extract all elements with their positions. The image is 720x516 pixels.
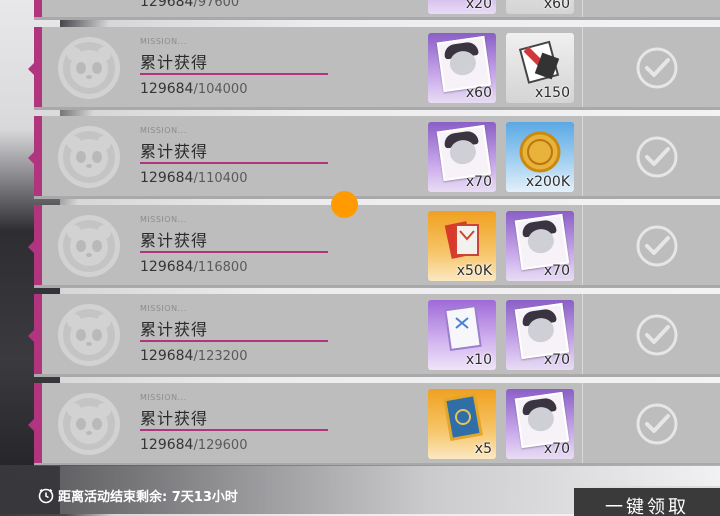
reward-quantity: x70 <box>543 263 570 279</box>
title-underline <box>140 429 328 431</box>
progress-total: /97600 <box>193 0 240 10</box>
reward-quantity: x10 <box>465 352 492 368</box>
reward-item[interactable]: x70 <box>506 211 574 281</box>
mission-progress: 129684/110400 <box>140 170 247 186</box>
event-timer-text: 距离活动结束剩余: 7天13小时 <box>58 490 238 505</box>
event-timer: 距离活动结束剩余: 7天13小时 <box>38 486 238 508</box>
progress-current: 129684 <box>140 0 194 10</box>
claimed-check-icon[interactable] <box>634 312 680 358</box>
row-notch <box>28 239 36 255</box>
mission-row: MISSION... 累计获得 129684/104000 x60 x150 <box>28 27 720 110</box>
reward-quantity: x70 <box>465 174 492 190</box>
progress-total: /116800 <box>193 260 248 275</box>
row-accent-bar <box>34 0 42 17</box>
claimed-check-icon[interactable] <box>634 45 680 91</box>
reward-item[interactable]: x70 <box>506 389 574 459</box>
claim-all-button[interactable]: 一键领取 <box>574 486 720 516</box>
title-underline <box>140 73 328 75</box>
claimed-check-icon[interactable] <box>634 134 680 180</box>
progress-current: 129684 <box>140 259 194 275</box>
panda-badge-icon <box>58 37 120 99</box>
reward-item[interactable]: x50K <box>428 211 496 281</box>
title-underline <box>140 251 328 253</box>
mission-row: MISSION... 累计获得 129684/116800 x50K x70 <box>28 205 720 288</box>
row-divider <box>582 383 583 463</box>
panda-badge-icon <box>58 393 120 455</box>
title-underline <box>140 340 328 342</box>
progress-total: /110400 <box>193 171 248 186</box>
progress-current: 129684 <box>140 81 194 97</box>
mission-tag: MISSION... <box>140 304 187 313</box>
touch-cursor-indicator <box>331 191 358 218</box>
progress-total: /123200 <box>193 349 248 364</box>
row-divider <box>582 294 583 374</box>
claim-all-label: 一键领取 <box>605 497 689 516</box>
reward-item[interactable]: x200K <box>506 122 574 192</box>
reward-item[interactable]: x70 <box>506 300 574 370</box>
mission-progress: 129684/97600 <box>140 0 239 10</box>
mission-tag: MISSION... <box>140 37 187 46</box>
reward-item[interactable]: x5 <box>428 389 496 459</box>
reward-quantity: x70 <box>543 441 570 457</box>
reward-item[interactable]: x20 <box>428 0 496 14</box>
reward-item[interactable]: x70 <box>428 122 496 192</box>
row-notch <box>28 150 36 166</box>
reward-quantity: x200K <box>525 174 570 190</box>
reward-item[interactable]: x60 <box>506 0 574 14</box>
reward-quantity: x5 <box>474 441 492 457</box>
row-divider <box>582 205 583 285</box>
mission-tag: MISSION... <box>140 393 187 402</box>
clock-icon <box>38 488 54 508</box>
mission-row: MISSION... 累计获得 129684/129600 x5 x70 <box>28 383 720 466</box>
row-notch <box>28 417 36 433</box>
claimed-check-icon[interactable] <box>634 223 680 269</box>
mission-progress: 129684/116800 <box>140 259 247 275</box>
panda-badge-icon <box>58 126 120 188</box>
reward-quantity: x20 <box>465 0 492 12</box>
row-divider <box>582 116 583 196</box>
reward-item[interactable]: x150 <box>506 33 574 103</box>
progress-total: /104000 <box>193 82 248 97</box>
mission-tag: MISSION... <box>140 126 187 135</box>
progress-current: 129684 <box>140 170 194 186</box>
reward-quantity: x70 <box>543 352 570 368</box>
reward-quantity: x50K <box>456 263 492 279</box>
reward-quantity: x60 <box>465 85 492 101</box>
mission-progress: 129684/129600 <box>140 437 247 453</box>
progress-total: /129600 <box>193 438 248 453</box>
panda-badge-icon <box>58 304 120 366</box>
mission-title: 累计获得 <box>140 409 209 428</box>
progress-current: 129684 <box>140 437 194 453</box>
mission-tag: MISSION... <box>140 215 187 224</box>
mission-title: 累计获得 <box>140 142 209 161</box>
reward-quantity: x150 <box>534 85 570 101</box>
mission-title: 累计获得 <box>140 231 209 250</box>
row-divider <box>582 27 583 107</box>
mission-title: 累计获得 <box>140 320 209 339</box>
mission-title: 累计获得 <box>140 53 209 72</box>
mission-row: MISSION... 累计获得 129684/110400 x70 x200K <box>28 116 720 199</box>
mission-row: MISSION... 累计获得 129684/123200 x10 x70 <box>28 294 720 377</box>
reward-item[interactable]: x10 <box>428 300 496 370</box>
progress-current: 129684 <box>140 348 194 364</box>
row-divider <box>582 0 583 17</box>
row-notch <box>28 328 36 344</box>
title-underline <box>140 162 328 164</box>
mission-progress: 129684/104000 <box>140 81 247 97</box>
row-notch <box>28 61 36 77</box>
claimed-check-icon[interactable] <box>634 401 680 447</box>
mission-progress: 129684/123200 <box>140 348 247 364</box>
reward-quantity: x60 <box>543 0 570 12</box>
mission-row-partial: 129684/97600 x20 x60 <box>34 0 720 20</box>
reward-item[interactable]: x60 <box>428 33 496 103</box>
panda-badge-icon <box>58 215 120 277</box>
